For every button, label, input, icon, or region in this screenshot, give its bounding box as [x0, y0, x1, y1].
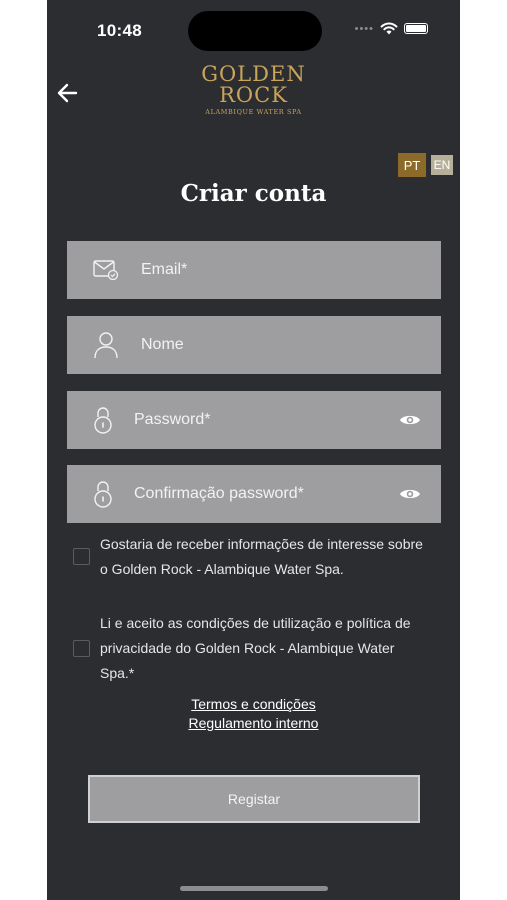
- language-pt-button[interactable]: PT: [398, 153, 426, 177]
- internal-rules-link[interactable]: Regulamento interno: [47, 714, 460, 733]
- logo-line1: GOLDEN: [201, 62, 306, 86]
- battery-icon: [404, 23, 428, 34]
- email-input[interactable]: [141, 241, 391, 299]
- terms-row: Li e aceito as condições de utilização e…: [73, 611, 430, 686]
- terms-label: Li e aceito as condições de utilização e…: [100, 615, 411, 681]
- legal-links: Termos e condições Regulamento interno: [47, 695, 460, 733]
- name-field: [67, 316, 441, 374]
- signal-icon: ••••: [354, 22, 374, 35]
- logo-line2: ROCK: [219, 83, 288, 107]
- eye-icon[interactable]: [399, 487, 421, 501]
- email-field: [67, 241, 441, 299]
- status-icons: ••••: [355, 22, 428, 35]
- language-en-button[interactable]: EN: [431, 155, 453, 175]
- newsletter-checkbox[interactable]: [73, 548, 90, 565]
- phone-screen: 10:48 •••• GOLDEN ROCK ALAMBIQUE WATER S…: [47, 0, 460, 900]
- password-field: [67, 391, 441, 449]
- brand-logo: GOLDEN ROCK ALAMBIQUE WATER SPA: [47, 62, 460, 117]
- terms-checkbox[interactable]: [73, 640, 90, 657]
- newsletter-row: Gostaria de receber informações de inter…: [73, 532, 430, 582]
- lock-icon: [94, 407, 112, 434]
- dynamic-island: [188, 11, 322, 51]
- confirm-password-field: [67, 465, 441, 523]
- status-time: 10:48: [97, 21, 142, 40]
- register-button[interactable]: Registar: [88, 775, 420, 823]
- confirm-password-input[interactable]: [134, 465, 384, 523]
- name-input[interactable]: [141, 316, 391, 374]
- wifi-icon: [380, 22, 398, 35]
- password-input[interactable]: [134, 391, 384, 449]
- page-title: Criar conta: [180, 180, 327, 207]
- eye-icon[interactable]: [399, 413, 421, 427]
- lock-icon: [94, 481, 112, 508]
- terms-link[interactable]: Termos e condições: [47, 695, 460, 714]
- envelope-icon: [93, 260, 119, 280]
- logo-subtitle: ALAMBIQUE WATER SPA: [205, 108, 302, 116]
- newsletter-label: Gostaria de receber informações de inter…: [100, 536, 423, 577]
- user-icon: [94, 332, 118, 359]
- home-indicator[interactable]: [180, 886, 328, 891]
